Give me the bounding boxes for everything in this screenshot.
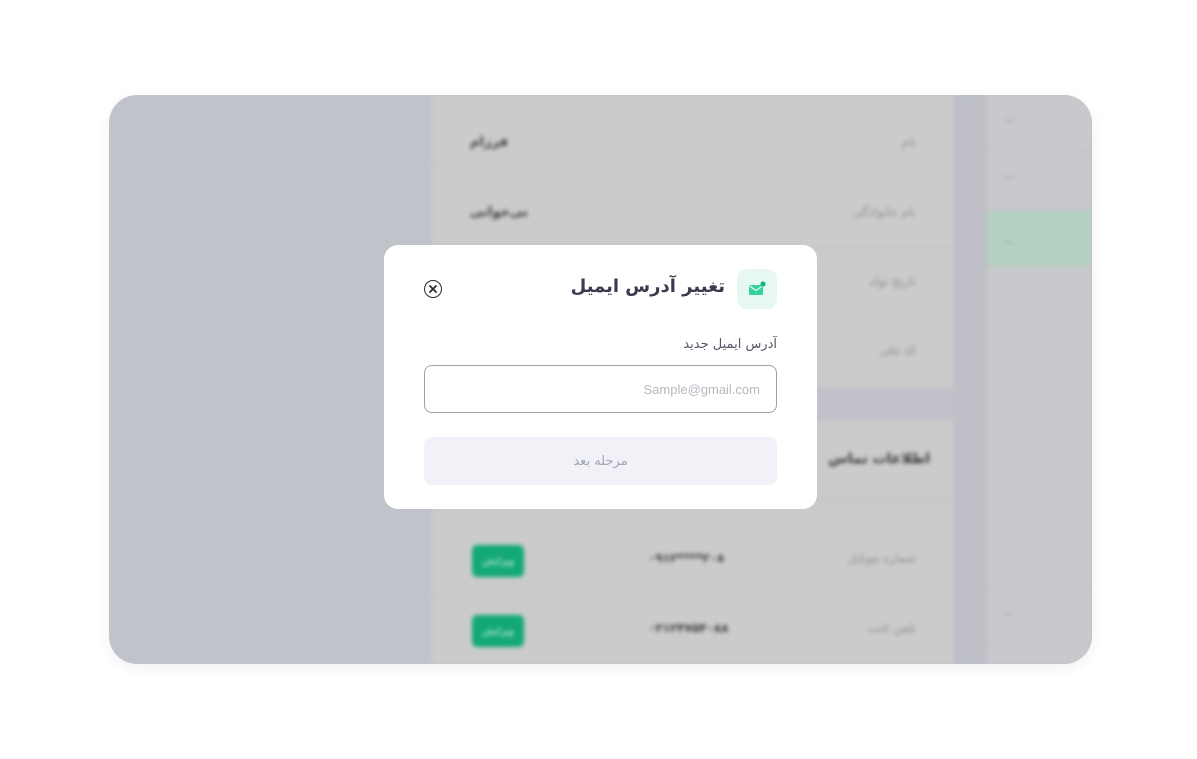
edit-button[interactable]: ویرایش <box>472 545 524 577</box>
chevron-down-icon: ﹀ <box>1003 117 1016 131</box>
chevron-down-icon: ﹀ <box>1003 610 1016 624</box>
info-value: نی‌خوانی <box>470 205 529 220</box>
info-row: نام خانوادگی نی‌خوانی <box>432 180 954 248</box>
contact-value: ۰۹۱۲****۲۰۸ <box>648 551 725 565</box>
info-row: نام فرزام <box>432 95 954 163</box>
accordion-item[interactable]: ﹀ <box>987 587 1092 644</box>
change-email-modal: تغییر آدرس ایمیل آدرس ایمیل جدید مرحله ب… <box>384 245 817 509</box>
email-edit-icon <box>737 269 777 309</box>
info-label: کد ملی <box>879 343 916 357</box>
modal-title: تغییر آدرس ایمیل <box>570 276 725 297</box>
info-label: تاریخ تولد <box>868 274 916 288</box>
contact-row: شماره موبایل ۰۹۱۲****۲۰۸ ویرایش <box>432 521 954 595</box>
accordion-item[interactable]: ﹀ <box>987 95 1092 152</box>
accordion-item-active[interactable]: ︿ <box>987 211 1092 267</box>
edit-button[interactable]: ویرایش <box>472 615 524 647</box>
accordion-item[interactable]: ﹀ <box>987 152 1092 209</box>
bg-divider <box>954 95 987 664</box>
contact-value: ۰۲۱۲۴۷۵۴۰۸۸ <box>648 621 729 635</box>
info-value: فرزام <box>470 135 509 150</box>
email-field-label: آدرس ایمیل جدید <box>683 337 777 352</box>
contact-label: تلفن ثابت <box>867 621 916 635</box>
next-step-button[interactable]: مرحله بعد <box>424 437 777 485</box>
contact-card-title: اطلاعات تماس <box>828 451 930 467</box>
info-label: نام <box>901 135 916 149</box>
chevron-down-icon: ﹀ <box>1003 174 1016 188</box>
info-label: نام خانوادگی <box>852 205 916 219</box>
contact-row: تلفن ثابت ۰۲۱۲۴۷۵۴۰۸۸ ویرایش <box>432 595 954 664</box>
contact-label: شماره موبایل <box>847 551 916 565</box>
close-icon[interactable] <box>424 280 442 298</box>
accordion-column: ﹀ ﹀ ︿ ﹀ <box>987 95 1092 664</box>
chevron-up-icon: ︿ <box>1003 233 1016 247</box>
email-field[interactable] <box>424 365 777 413</box>
